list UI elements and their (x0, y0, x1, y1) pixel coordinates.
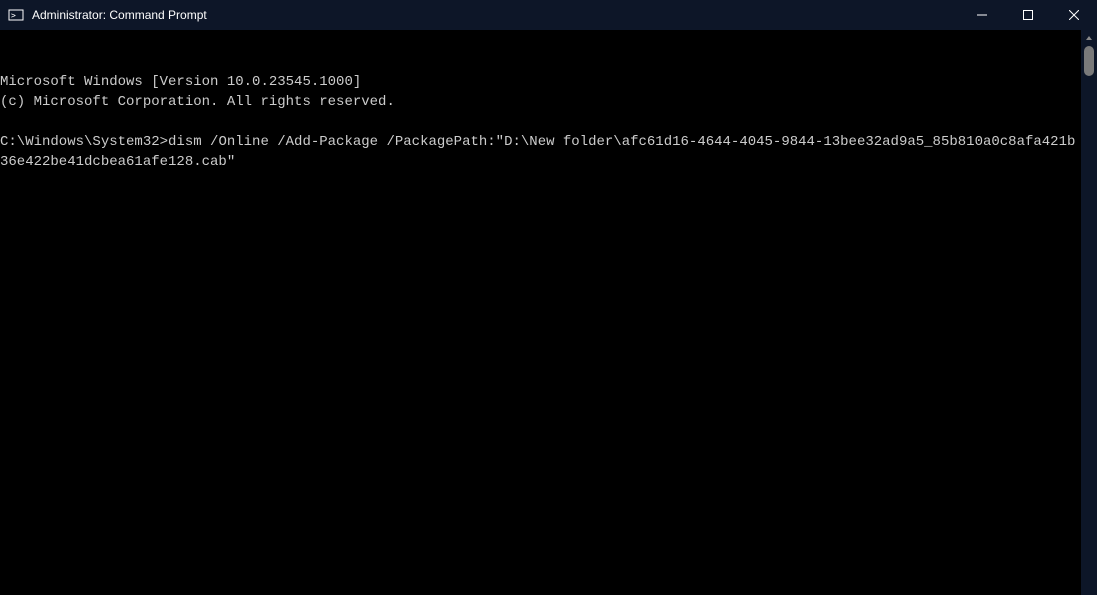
minimize-button[interactable] (959, 0, 1005, 30)
window-title: Administrator: Command Prompt (32, 8, 207, 22)
close-button[interactable] (1051, 0, 1097, 30)
maximize-button[interactable] (1005, 0, 1051, 30)
svg-text:>_: >_ (11, 11, 21, 20)
vertical-scrollbar[interactable] (1081, 30, 1097, 595)
cmd-icon: >_ (8, 7, 24, 23)
window-controls (959, 0, 1097, 30)
scroll-up-arrow[interactable] (1081, 30, 1097, 46)
titlebar-left: >_ Administrator: Command Prompt (0, 7, 207, 23)
scroll-thumb[interactable] (1084, 46, 1094, 76)
copyright-line: (c) Microsoft Corporation. All rights re… (0, 94, 395, 110)
terminal-area[interactable]: Microsoft Windows [Version 10.0.23545.10… (0, 30, 1097, 595)
terminal-content: Microsoft Windows [Version 10.0.23545.10… (0, 72, 1097, 172)
window-titlebar[interactable]: >_ Administrator: Command Prompt (0, 0, 1097, 30)
version-line: Microsoft Windows [Version 10.0.23545.10… (0, 74, 361, 90)
prompt-text: C:\Windows\System32> (0, 134, 168, 150)
